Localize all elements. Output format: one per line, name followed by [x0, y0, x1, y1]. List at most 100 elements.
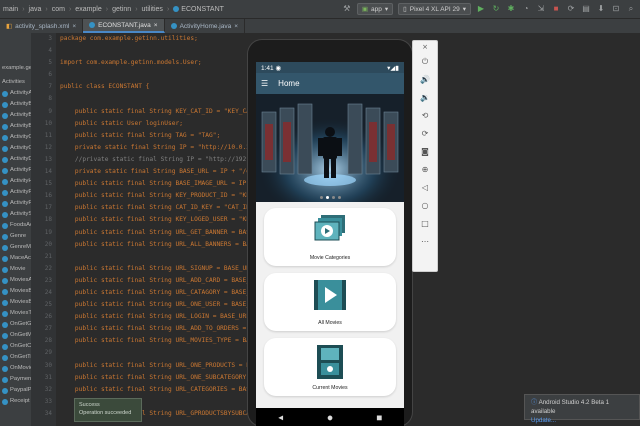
project-tree-item[interactable]: OnGetTra	[0, 352, 31, 363]
search-icon[interactable]: ⌕	[626, 4, 636, 14]
breadcrumb-utilities[interactable]: utilities	[139, 6, 166, 13]
project-tree-item[interactable]: OnGetCo	[0, 341, 31, 352]
zoom-icon[interactable]: ⊕	[417, 161, 433, 179]
banner-image[interactable]	[256, 94, 404, 202]
project-tree-item[interactable]: OnMovie	[0, 363, 31, 374]
close-icon[interactable]: ×	[72, 23, 76, 30]
project-tree-item[interactable]: ActivityBi	[0, 99, 31, 110]
project-tree-item[interactable]: ActivityPi	[0, 198, 31, 209]
project-tree-item[interactable]: ActivityA	[0, 88, 31, 99]
project-tree-item[interactable]: ActivityF	[0, 165, 31, 176]
class-icon	[2, 101, 8, 108]
line-number: 11	[44, 131, 52, 139]
project-tree-item[interactable]: MoviesAct	[0, 275, 31, 286]
tab-activity-splash[interactable]: ◧ activity_splash.xml ×	[0, 19, 84, 33]
home-icon[interactable]: ●	[328, 413, 333, 422]
project-item-label: ActivitySi	[10, 211, 32, 217]
camera-icon[interactable]: ◙	[417, 143, 433, 161]
debug-icon[interactable]: ✱	[506, 4, 516, 14]
power-icon[interactable]: ⏻	[417, 53, 433, 71]
class-icon	[2, 156, 8, 163]
status-icons: ▾◢▮	[387, 64, 399, 72]
project-tree-item[interactable]: ActivityPi	[0, 187, 31, 198]
run-config-select[interactable]: ▣ app ▾	[356, 3, 394, 15]
apply-changes-icon[interactable]: ↻	[491, 4, 501, 14]
current-movies-card[interactable]: Current Movies	[264, 338, 396, 396]
project-tree-item[interactable]: ActivityBi	[0, 110, 31, 121]
project-tree-item[interactable]: MoviesBe	[0, 297, 31, 308]
overview-icon[interactable]: □	[417, 215, 433, 233]
carousel-dot[interactable]	[319, 196, 323, 199]
all-movies-card[interactable]: All Movies	[264, 273, 396, 331]
project-tree-item[interactable]: ActivityCi	[0, 143, 31, 154]
project-tree-item[interactable]: FoodsAct	[0, 220, 31, 231]
emulator-device: 1:41 ◉ ▾◢▮ ☰ Home Movie Categories All M…	[248, 40, 412, 426]
profile-icon[interactable]: ◔	[521, 4, 531, 14]
close-icon[interactable]: ×	[234, 23, 238, 30]
hammer-icon[interactable]: ⚒	[342, 4, 352, 14]
emulator-screen[interactable]: 1:41 ◉ ▾◢▮ ☰ Home Movie Categories All M…	[256, 62, 404, 426]
carousel-dot[interactable]	[331, 196, 335, 199]
rotate-right-icon[interactable]: ⟳	[417, 125, 433, 143]
project-item-label: PaypalPa	[10, 387, 32, 393]
tab-econstant[interactable]: ECONSTANT.java ×	[83, 19, 165, 33]
attach-debugger-icon[interactable]: ⇲	[536, 4, 546, 14]
project-tree-item[interactable]: ActivityBi	[0, 121, 31, 132]
close-icon[interactable]: ×	[154, 22, 158, 29]
layout-inspector-icon[interactable]: ⊡	[611, 4, 621, 14]
hamburger-menu-icon[interactable]: ☰	[261, 79, 268, 88]
breadcrumb-separator: ›	[105, 5, 109, 13]
update-link[interactable]: Update...	[531, 416, 633, 425]
project-tree-item[interactable]: ActivityD	[0, 154, 31, 165]
project-tree-item[interactable]: Receipt	[0, 396, 31, 407]
breadcrumb-com[interactable]: com	[49, 6, 68, 13]
project-tree-root[interactable]: example.ge	[0, 63, 31, 74]
more-icon[interactable]: ⋯	[417, 233, 433, 251]
run-icon[interactable]: ▶	[476, 4, 486, 14]
sdk-manager-icon[interactable]: ⬇	[596, 4, 606, 14]
carousel-dot[interactable]	[337, 196, 341, 199]
project-tree-item[interactable]: ActivitySi	[0, 209, 31, 220]
project-tree-item[interactable]: OnGetGe	[0, 319, 31, 330]
line-number: 10	[44, 119, 52, 127]
device-label: Pixel 4 XL API 29	[409, 5, 460, 13]
project-tree-item[interactable]: ActivityCi	[0, 132, 31, 143]
movie-categories-card[interactable]: Movie Categories	[264, 208, 396, 266]
home-icon[interactable]: ○	[417, 197, 433, 215]
battery-icon: ▮	[395, 64, 399, 72]
breadcrumb-example[interactable]: example	[72, 6, 104, 13]
close-icon[interactable]: ×	[417, 41, 433, 53]
project-tree-item[interactable]: ActivityH	[0, 176, 31, 187]
project-tree-item[interactable]: PaypalPa	[0, 385, 31, 396]
tab-activity-home[interactable]: ActivityHome.java ×	[165, 19, 246, 33]
stop-icon[interactable]: ■	[551, 4, 561, 14]
class-icon	[2, 376, 8, 383]
project-tree-item[interactable]: MoviesBe	[0, 286, 31, 297]
class-icon	[2, 277, 8, 284]
back-icon[interactable]: ◀	[278, 413, 283, 422]
project-tree-item[interactable]: OnGetMe	[0, 330, 31, 341]
breadcrumb-java[interactable]: java	[26, 6, 45, 13]
breadcrumb-main[interactable]: main	[0, 6, 21, 13]
class-icon	[2, 244, 8, 251]
breadcrumb-getinn[interactable]: getinn	[109, 6, 134, 13]
volume-up-icon[interactable]: 🔊	[417, 71, 433, 89]
device-select[interactable]: ▯ Pixel 4 XL API 29 ▾	[398, 3, 471, 15]
project-tree-item[interactable]: Movie	[0, 264, 31, 275]
recents-icon[interactable]: ■	[377, 413, 382, 422]
volume-down-icon[interactable]: 🔉	[417, 89, 433, 107]
project-tree-item[interactable]: Genre	[0, 231, 31, 242]
breadcrumb-econstant-label: ECONSTANT	[181, 5, 224, 13]
back-icon[interactable]: ◁	[417, 179, 433, 197]
rotate-left-icon[interactable]: ⟲	[417, 107, 433, 125]
breadcrumb-econstant[interactable]: ECONSTANT	[170, 6, 227, 13]
avd-manager-icon[interactable]: ▤	[581, 4, 591, 14]
project-tree-item[interactable]: GenreMo	[0, 242, 31, 253]
project-tree-item[interactable]: MaceAct	[0, 253, 31, 264]
project-tree-item[interactable]: Payment	[0, 374, 31, 385]
carousel-dot-active[interactable]	[325, 196, 329, 199]
line-number: 14	[44, 168, 52, 176]
sync-icon[interactable]: ⟳	[566, 4, 576, 14]
project-tree-activities[interactable]: Activities	[0, 77, 31, 88]
project-tree-item[interactable]: MoviesTe	[0, 308, 31, 319]
